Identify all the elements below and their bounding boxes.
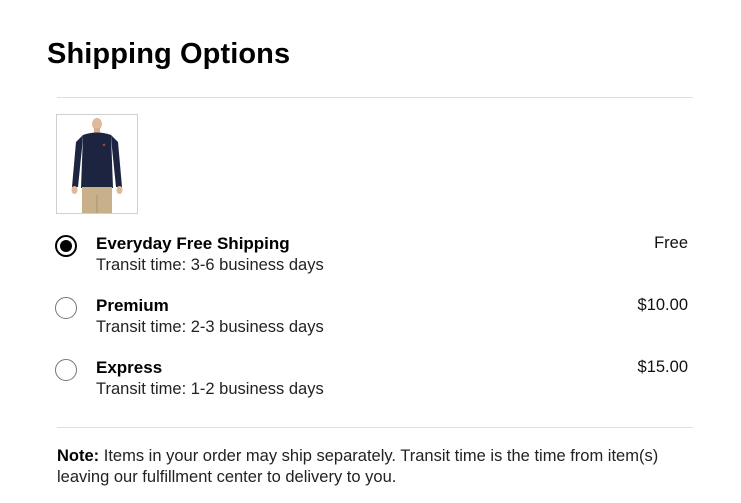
option-transit-time: Transit time: 3-6 business days [96, 256, 324, 274]
option-transit-time: Transit time: 1-2 business days [96, 380, 324, 398]
option-transit-time: Transit time: 2-3 business days [96, 318, 324, 336]
option-name: Express [96, 358, 163, 377]
radio-unselected[interactable] [55, 297, 77, 319]
page-title: Shipping Options [47, 38, 291, 70]
shipping-option-everyday-free[interactable]: Everyday Free Shipping Transit time: 3-6… [54, 233, 694, 281]
option-price: $10.00 [637, 296, 688, 314]
shipping-option-premium[interactable]: Premium Transit time: 2-3 business days … [54, 295, 694, 343]
option-name: Everyday Free Shipping [96, 234, 290, 253]
radio-selected[interactable] [55, 235, 77, 257]
radio-unselected[interactable] [55, 359, 77, 381]
option-price: Free [654, 234, 688, 252]
option-price: $15.00 [637, 358, 688, 376]
sweater-product-image [57, 115, 137, 213]
footer-divider [57, 427, 693, 428]
product-thumbnail[interactable] [56, 114, 138, 214]
shipping-option-express[interactable]: Express Transit time: 1-2 business days … [54, 357, 694, 405]
header-divider [57, 97, 693, 98]
shipping-note: Note: Items in your order may ship separ… [57, 446, 677, 488]
option-name: Premium [96, 296, 169, 315]
note-label: Note: [57, 447, 100, 465]
note-text: Items in your order may ship separately.… [57, 447, 659, 486]
